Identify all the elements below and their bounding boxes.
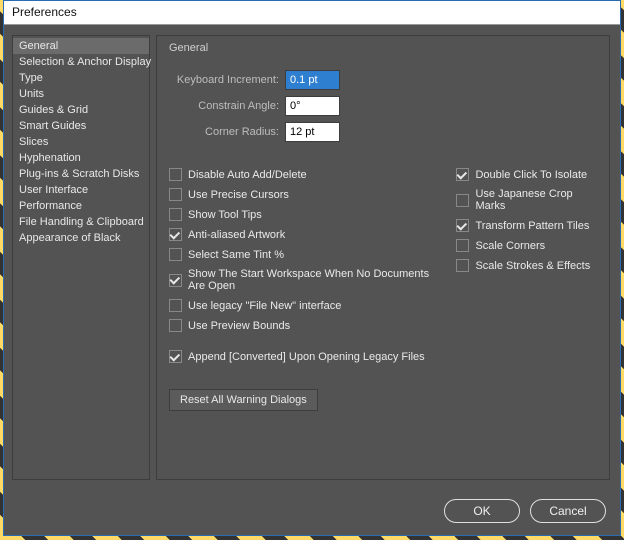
check-select-same-tint[interactable]: Select Same Tint % [169,248,436,261]
sidebar-item-general[interactable]: General [13,38,149,54]
checkbox-icon [456,194,469,207]
checkbox-icon [169,228,182,241]
ok-button[interactable]: OK [444,499,520,523]
label-corner-radius: Corner Radius: [169,126,279,138]
checkbox-grid: Disable Auto Add/Delete Use Precise Curs… [169,168,599,332]
check-label: Use Preview Bounds [188,320,290,332]
check-label: Show The Start Workspace When No Documen… [188,268,436,292]
check-double-click-isolate[interactable]: Double Click To Isolate [456,168,599,181]
check-label: Anti-aliased Artwork [188,229,285,241]
sidebar-item-plugins-scratch-disks[interactable]: Plug-ins & Scratch Disks [13,166,149,182]
check-label: Disable Auto Add/Delete [188,169,307,181]
row-corner-radius: Corner Radius: [169,122,599,142]
input-constrain-angle[interactable] [285,96,340,116]
check-append-converted[interactable]: Append [Converted] Upon Opening Legacy F… [169,350,599,363]
check-label: Double Click To Isolate [475,169,587,181]
check-scale-strokes-effects[interactable]: Scale Strokes & Effects [456,259,599,272]
check-anti-aliased-artwork[interactable]: Anti-aliased Artwork [169,228,436,241]
check-label: Use Japanese Crop Marks [475,188,599,212]
preferences-dialog: Preferences General Selection & Anchor D… [3,0,621,536]
check-use-precise-cursors[interactable]: Use Precise Cursors [169,188,436,201]
input-keyboard-increment[interactable] [285,70,340,90]
check-disable-auto-add-delete[interactable]: Disable Auto Add/Delete [169,168,436,181]
check-label: Scale Strokes & Effects [475,260,590,272]
checkbox-icon [169,248,182,261]
check-label: Transform Pattern Tiles [475,220,589,232]
sidebar-item-selection-anchor-display[interactable]: Selection & Anchor Display [13,54,149,70]
label-keyboard-increment: Keyboard Increment: [169,74,279,86]
sidebar-item-performance[interactable]: Performance [13,198,149,214]
checkbox-icon [169,299,182,312]
sidebar-item-units[interactable]: Units [13,86,149,102]
checkbox-icon [169,168,182,181]
sidebar-item-file-handling-clipboard[interactable]: File Handling & Clipboard [13,214,149,230]
sidebar-item-guides-grid[interactable]: Guides & Grid [13,102,149,118]
category-sidebar: General Selection & Anchor Display Type … [12,35,150,480]
input-corner-radius[interactable] [285,122,340,142]
panel-heading: General [169,42,599,54]
check-show-tool-tips[interactable]: Show Tool Tips [169,208,436,221]
dialog-title: Preferences [4,1,620,25]
checkbox-icon [169,319,182,332]
cancel-button[interactable]: Cancel [530,499,606,523]
check-scale-corners[interactable]: Scale Corners [456,239,599,252]
sidebar-item-slices[interactable]: Slices [13,134,149,150]
checkbox-icon [169,208,182,221]
check-use-preview-bounds[interactable]: Use Preview Bounds [169,319,436,332]
settings-panel: General Keyboard Increment: Constrain An… [156,35,610,480]
checkbox-icon [169,274,182,287]
checkbox-icon [456,239,469,252]
check-label: Scale Corners [475,240,545,252]
checkbox-icon [456,219,469,232]
checkbox-icon [169,350,182,363]
check-japanese-crop-marks[interactable]: Use Japanese Crop Marks [456,188,599,212]
checkbox-icon [456,259,469,272]
check-label: Append [Converted] Upon Opening Legacy F… [188,351,425,363]
sidebar-item-appearance-of-black[interactable]: Appearance of Black [13,230,149,246]
row-keyboard-increment: Keyboard Increment: [169,70,599,90]
check-label: Show Tool Tips [188,209,262,221]
sidebar-item-smart-guides[interactable]: Smart Guides [13,118,149,134]
check-label: Use Precise Cursors [188,189,289,201]
row-constrain-angle: Constrain Angle: [169,96,599,116]
sidebar-item-type[interactable]: Type [13,70,149,86]
check-label: Select Same Tint % [188,249,284,261]
dialog-body: General Selection & Anchor Display Type … [4,25,620,490]
check-transform-pattern-tiles[interactable]: Transform Pattern Tiles [456,219,599,232]
label-constrain-angle: Constrain Angle: [169,100,279,112]
check-label: Use legacy "File New" interface [188,300,341,312]
checkbox-icon [169,188,182,201]
sidebar-item-user-interface[interactable]: User Interface [13,182,149,198]
dialog-footer: OK Cancel [4,490,620,535]
check-legacy-file-new[interactable]: Use legacy "File New" interface [169,299,436,312]
reset-warning-dialogs-button[interactable]: Reset All Warning Dialogs [169,389,318,411]
check-show-start-workspace[interactable]: Show The Start Workspace When No Documen… [169,268,436,292]
checkbox-icon [456,168,469,181]
sidebar-item-hyphenation[interactable]: Hyphenation [13,150,149,166]
